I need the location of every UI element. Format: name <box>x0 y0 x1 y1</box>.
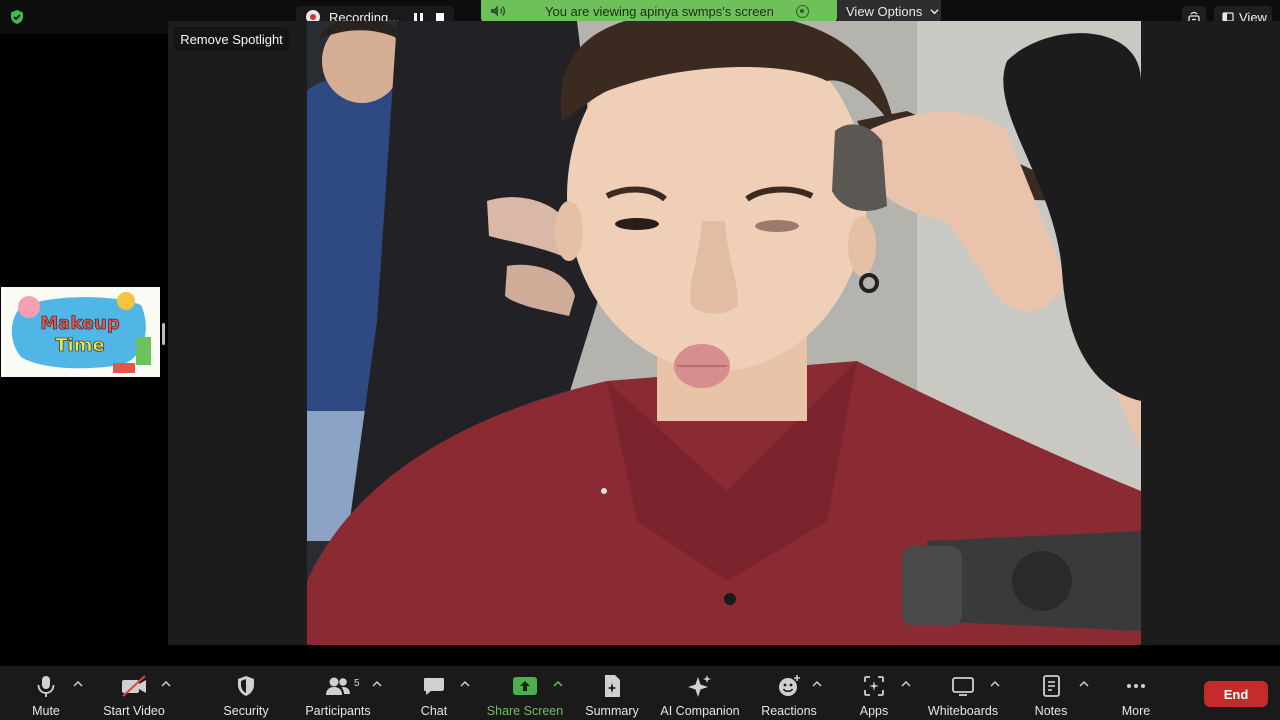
start-video-button[interactable]: Start Video <box>98 666 170 720</box>
whiteboards-label: Whiteboards <box>927 704 999 718</box>
remove-spotlight-button[interactable]: Remove Spotlight <box>174 27 289 51</box>
chat-button[interactable]: Chat <box>412 666 456 720</box>
whiteboards-icon <box>951 674 975 698</box>
participants-options-chevron-icon[interactable] <box>372 680 382 688</box>
view-options-button[interactable]: View Options <box>837 0 941 22</box>
more-icon <box>1124 674 1148 698</box>
reactions-icon <box>776 674 802 698</box>
security-label: Security <box>223 704 269 718</box>
reactions-button[interactable]: Reactions <box>758 666 820 720</box>
reactions-options-chevron-icon[interactable] <box>812 680 822 688</box>
ai-companion-button[interactable]: AI Companion <box>660 666 740 720</box>
meeting-toolbar: Mute Start Video Security Participants 5… <box>0 666 1280 720</box>
participants-button[interactable]: Participants <box>300 666 376 720</box>
participants-label: Participants <box>305 704 371 718</box>
whiteboards-options-chevron-icon[interactable] <box>990 680 1000 688</box>
video-frame-image <box>307 21 1141 645</box>
security-shield-icon <box>235 674 257 698</box>
mute-options-chevron-icon[interactable] <box>73 680 83 688</box>
makeup-time-thumbnail-image: Makeup Time <box>1 287 160 377</box>
whiteboards-button[interactable]: Whiteboards <box>926 666 1000 720</box>
summary-icon <box>601 674 623 698</box>
shield-icon[interactable] <box>9 9 25 25</box>
notes-label: Notes <box>1034 704 1068 718</box>
chat-label: Chat <box>420 704 448 718</box>
security-button[interactable]: Security <box>214 666 278 720</box>
notes-icon <box>1040 674 1062 698</box>
speaker-icon[interactable] <box>490 4 506 18</box>
apps-options-chevron-icon[interactable] <box>901 680 911 688</box>
participants-count: 5 <box>354 678 360 689</box>
more-label: More <box>1121 704 1151 718</box>
notes-button[interactable]: Notes <box>1028 666 1074 720</box>
more-button[interactable]: More <box>1114 666 1158 720</box>
notes-options-chevron-icon[interactable] <box>1079 680 1089 688</box>
apps-icon <box>862 674 886 698</box>
chat-icon <box>422 674 446 698</box>
chat-options-chevron-icon[interactable] <box>460 680 470 688</box>
ai-companion-icon <box>687 674 713 698</box>
share-options-chevron-icon[interactable] <box>553 680 563 688</box>
share-screen-icon <box>512 674 538 698</box>
mute-label: Mute <box>32 704 60 718</box>
summary-button[interactable]: Summary <box>582 666 642 720</box>
view-options-label: View Options <box>846 3 923 19</box>
video-options-chevron-icon[interactable] <box>161 680 171 688</box>
microphone-icon <box>35 674 57 698</box>
ai-companion-label: AI Companion <box>660 704 740 718</box>
participant-thumbnail[interactable]: Makeup Time <box>1 287 160 377</box>
participants-icon <box>324 674 352 698</box>
mute-button[interactable]: Mute <box>18 666 74 720</box>
start-video-label: Start Video <box>103 704 165 718</box>
thumbnail-resize-handle[interactable] <box>162 323 165 345</box>
screen-share-banner: You are viewing apinya swmps's screen <box>481 0 837 22</box>
thumbnail-line1: Makeup <box>40 313 120 334</box>
apps-label: Apps <box>859 704 889 718</box>
summary-label: Summary <box>585 704 639 718</box>
apps-button[interactable]: Apps <box>852 666 896 720</box>
share-screen-label: Share Screen <box>486 704 564 718</box>
close-icon[interactable] <box>796 4 809 18</box>
screen-share-text: You are viewing apinya swmps's screen <box>545 3 774 19</box>
shared-video-feed <box>307 21 1141 645</box>
chevron-down-icon <box>930 8 939 14</box>
video-off-icon <box>120 674 148 698</box>
thumbnail-line2: Time <box>55 335 104 356</box>
reactions-label: Reactions <box>761 704 817 718</box>
share-screen-button[interactable]: Share Screen <box>484 666 566 720</box>
end-meeting-button[interactable]: End <box>1204 681 1268 707</box>
